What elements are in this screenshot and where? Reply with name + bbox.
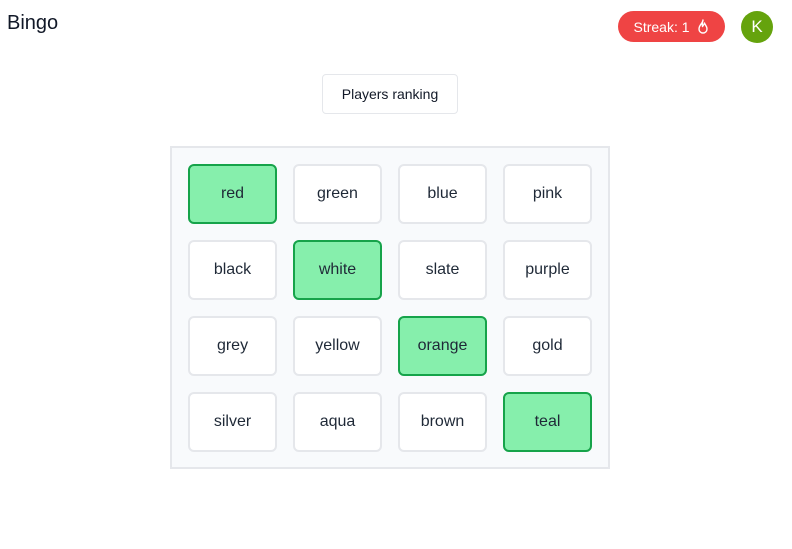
bingo-cell-grey[interactable]: grey (188, 316, 277, 376)
bingo-cell-teal[interactable]: teal (503, 392, 592, 452)
avatar[interactable]: K (741, 11, 773, 43)
flame-icon (696, 18, 710, 35)
players-ranking-button[interactable]: Players ranking (322, 74, 458, 114)
bingo-cell-aqua[interactable]: aqua (293, 392, 382, 452)
bingo-cell-slate[interactable]: slate (398, 240, 487, 300)
bingo-cell-pink[interactable]: pink (503, 164, 592, 224)
app-title: Bingo (7, 12, 59, 34)
bingo-grid: red green blue pink black white slate purple gre… (188, 164, 592, 452)
bingo-cell-black[interactable]: black (188, 240, 277, 300)
bingo-cell-orange[interactable]: orange (398, 316, 487, 376)
bingo-cell-white[interactable]: white (293, 240, 382, 300)
streak-badge[interactable]: Streak: 1 (618, 11, 725, 42)
bingo-cell-purple[interactable]: purple (503, 240, 592, 300)
bingo-board: red green blue pink black white slate purple gre… (170, 146, 610, 469)
bingo-cell-green[interactable]: green (293, 164, 382, 224)
streak-label: Streak: 1 (633, 18, 690, 35)
bingo-cell-red[interactable]: red (188, 164, 277, 224)
bingo-cell-silver[interactable]: silver (188, 392, 277, 452)
bingo-cell-yellow[interactable]: yellow (293, 316, 382, 376)
bingo-cell-blue[interactable]: blue (398, 164, 487, 224)
bingo-cell-brown[interactable]: brown (398, 392, 487, 452)
bingo-cell-gold[interactable]: gold (503, 316, 592, 376)
